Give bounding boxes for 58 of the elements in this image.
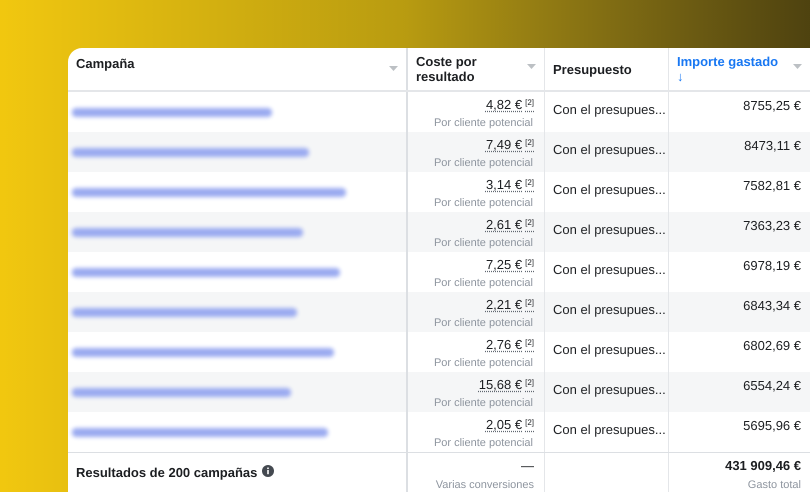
budget-text: Con el presupues...: [553, 262, 666, 277]
budget-text: Con el presupues...: [553, 222, 666, 237]
column-header[interactable]: Importe gastado ↓: [677, 54, 778, 84]
cost-value[interactable]: 2,21 €$^{[2]}$: [486, 297, 534, 313]
blurred-campaign-name[interactable]: [72, 108, 272, 116]
spent-amount: 6843,34 €: [743, 298, 801, 315]
column-header[interactable]: Campaña: [76, 56, 135, 71]
spent-amount: 6802,69 €: [743, 338, 801, 355]
blurred-campaign-name[interactable]: [72, 268, 340, 276]
budget-text: Con el presupues...: [553, 382, 666, 397]
info-icon[interactable]: [262, 465, 274, 477]
cost-value[interactable]: 3,14 €$^{[2]}$: [486, 177, 534, 193]
spent-amount: 5695,96 €: [743, 418, 801, 435]
cost-note: Varias conversiones: [436, 479, 534, 492]
total-spent: 431 909,46 €: [725, 458, 801, 474]
cost-value[interactable]: 15,68 €$^{[2]}$: [478, 377, 534, 393]
results-summary: Resultados de 200 campañas: [76, 464, 258, 482]
spent-amount: 8755,25 €: [743, 98, 801, 115]
cost-note: Por cliente potencial: [434, 357, 533, 370]
cost-note: Por cliente potencial: [434, 197, 533, 210]
dropdown-caret-icon[interactable]: [793, 64, 802, 70]
spent-amount: 8473,11 €: [744, 138, 801, 155]
cost-value[interactable]: 2,61 €$^{[2]}$: [486, 217, 534, 233]
budget-text: Con el presupues...: [553, 302, 666, 317]
cost-value[interactable]: 2,76 €$^{[2]}$: [486, 337, 534, 353]
spent-amount: 6978,19 €: [743, 258, 801, 275]
cost-note: Por cliente potencial: [434, 157, 533, 170]
blurred-campaign-name[interactable]: [72, 188, 346, 196]
spent-amount: 6554,24 €: [743, 378, 801, 395]
dropdown-caret-icon[interactable]: [389, 66, 398, 72]
dropdown-caret-icon[interactable]: [527, 64, 536, 70]
cost-value[interactable]: 7,49 €$^{[2]}$: [486, 137, 534, 153]
cost-note: Por cliente potencial: [434, 317, 533, 330]
cost-value[interactable]: 2,05 €$^{[2]}$: [486, 417, 534, 433]
cost-value[interactable]: 4,82 €$^{[2]}$: [486, 97, 534, 113]
blurred-campaign-name[interactable]: [72, 428, 328, 436]
budget-text: Con el presupues...: [553, 142, 666, 157]
cost-note: Por cliente potencial: [434, 277, 533, 290]
budget-text: Con el presupues...: [553, 422, 666, 437]
cost-note: Por cliente potencial: [434, 397, 533, 410]
cost-note: Por cliente potencial: [434, 437, 533, 450]
column-header[interactable]: Presupuesto: [553, 62, 632, 77]
blurred-campaign-name[interactable]: [72, 148, 309, 156]
blurred-campaign-name[interactable]: [72, 228, 303, 236]
cost-value: —: [521, 458, 534, 474]
blurred-campaign-name[interactable]: [72, 388, 291, 396]
total-label: Gasto total: [748, 479, 801, 492]
spent-amount: 7582,81 €: [743, 178, 801, 195]
budget-text: Con el presupues...: [553, 102, 666, 117]
budget-text: Con el presupues...: [553, 342, 666, 357]
blurred-campaign-name[interactable]: [72, 308, 297, 316]
spent-amount: 7363,23 €: [743, 218, 801, 235]
cost-value[interactable]: 7,25 €$^{[2]}$: [486, 257, 534, 273]
column-header[interactable]: Coste por resultado: [416, 54, 506, 84]
cost-note: Por cliente potencial: [434, 117, 533, 130]
cost-note: Por cliente potencial: [434, 237, 533, 250]
budget-text: Con el presupues...: [553, 182, 666, 197]
blurred-campaign-name[interactable]: [72, 348, 334, 356]
